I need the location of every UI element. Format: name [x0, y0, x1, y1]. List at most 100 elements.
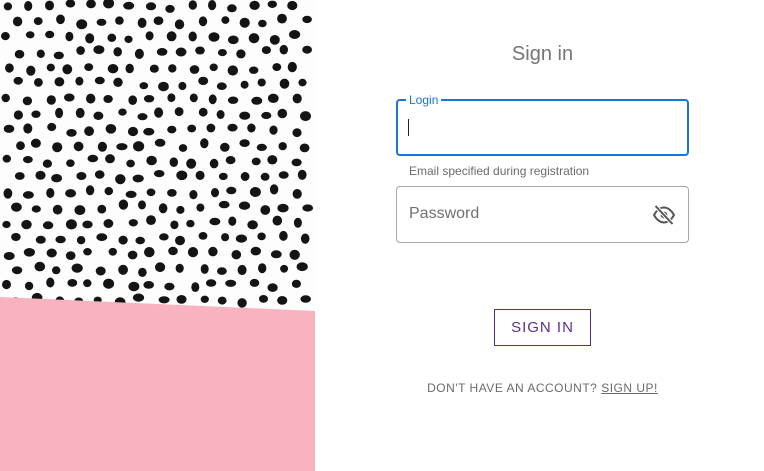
polka-dot	[217, 267, 227, 275]
sign-up-link[interactable]: Sign up!	[601, 381, 658, 395]
polka-dot	[4, 63, 14, 73]
polka-dot	[146, 188, 156, 197]
polka-dot	[250, 246, 261, 256]
password-field[interactable]: Password	[396, 186, 689, 243]
polka-dot	[35, 170, 46, 180]
polka-dot	[277, 203, 289, 213]
polka-dot	[168, 64, 177, 73]
polka-dot	[220, 142, 230, 152]
polka-dot	[251, 157, 261, 166]
polka-dot	[14, 172, 25, 180]
polka-dot	[3, 252, 15, 260]
polka-dot	[143, 95, 155, 103]
polka-dot	[97, 204, 107, 214]
polka-dot	[85, 33, 95, 44]
polka-dot	[258, 263, 267, 274]
polka-dot	[240, 172, 250, 181]
polka-dot	[126, 159, 135, 168]
polka-dot	[228, 216, 237, 226]
polka-dot	[226, 186, 237, 195]
sign-in-button[interactable]: Sign in	[494, 309, 591, 346]
polka-dot	[83, 279, 92, 288]
polka-dot	[56, 14, 65, 25]
polka-dot	[14, 49, 25, 59]
polka-dot	[259, 295, 268, 303]
polka-dot	[94, 170, 105, 179]
polka-dot	[118, 199, 129, 210]
polka-dot	[22, 191, 34, 199]
polka-dot	[3, 188, 13, 199]
polka-dot	[167, 125, 177, 134]
polka-dot	[227, 4, 237, 13]
polka-dot	[23, 156, 33, 164]
polka-dot	[13, 110, 23, 120]
polka-dot	[267, 155, 278, 165]
polka-dot	[188, 0, 197, 10]
polka-dot	[267, 0, 277, 8]
polka-dot	[65, 189, 77, 198]
polka-dot	[145, 2, 157, 11]
polka-dot	[113, 77, 123, 88]
eye-off-icon[interactable]	[652, 204, 676, 226]
polka-dot	[30, 138, 41, 148]
polka-dot	[24, 1, 33, 11]
polka-dot	[298, 78, 307, 87]
polka-dot	[208, 246, 218, 257]
polka-dot	[143, 281, 154, 289]
polka-dot	[225, 156, 236, 165]
polka-dot	[227, 65, 238, 76]
polka-dot	[272, 63, 282, 72]
polka-dot	[116, 143, 128, 151]
polka-dot	[103, 278, 115, 289]
polka-dot	[196, 203, 205, 212]
polka-dot	[278, 142, 287, 151]
polka-dot	[146, 215, 156, 226]
polka-dot	[218, 200, 230, 209]
polka-dot	[144, 247, 155, 258]
polka-dot	[118, 108, 127, 116]
polka-dot	[127, 250, 138, 260]
polka-dot	[165, 4, 175, 13]
polka-dot	[200, 295, 209, 303]
polka-dot	[279, 78, 290, 89]
password-placeholder: Password	[409, 205, 480, 222]
polka-dot	[96, 233, 108, 242]
polka-dot	[128, 95, 137, 105]
polka-dot	[270, 250, 282, 259]
polka-dot	[174, 19, 185, 30]
polka-dot	[269, 125, 278, 135]
polka-dot	[198, 16, 208, 27]
polka-dot	[76, 236, 86, 245]
polka-dot	[103, 95, 113, 103]
polka-dot	[95, 266, 106, 276]
polka-dot	[237, 298, 247, 308]
polka-dot	[71, 263, 83, 273]
polka-dot	[297, 169, 307, 180]
polka-dot	[198, 232, 208, 240]
polka-dot	[300, 233, 310, 244]
polka-dot	[174, 107, 184, 117]
polka-dot	[73, 141, 84, 152]
polka-dot	[249, 278, 260, 287]
polka-dot	[135, 236, 145, 245]
polka-dot	[35, 235, 46, 244]
polka-dot	[200, 138, 209, 149]
polka-dot	[154, 107, 164, 118]
polka-dot	[272, 215, 283, 226]
polka-dot	[53, 51, 64, 60]
polka-dot	[22, 96, 33, 106]
polka-dot	[200, 264, 209, 274]
polka-dot	[64, 93, 75, 102]
polka-dot	[54, 77, 65, 87]
login-field[interactable]: Login	[396, 93, 689, 156]
polka-dot	[248, 33, 260, 44]
polka-dot	[159, 233, 169, 241]
polka-dot	[62, 64, 73, 75]
polka-dot	[127, 126, 139, 137]
polka-dot	[55, 235, 66, 244]
polka-dot	[67, 279, 78, 287]
login-label: Login	[406, 93, 442, 107]
polka-dot	[134, 48, 144, 60]
polka-dot	[247, 220, 258, 230]
polka-dot	[257, 232, 266, 241]
